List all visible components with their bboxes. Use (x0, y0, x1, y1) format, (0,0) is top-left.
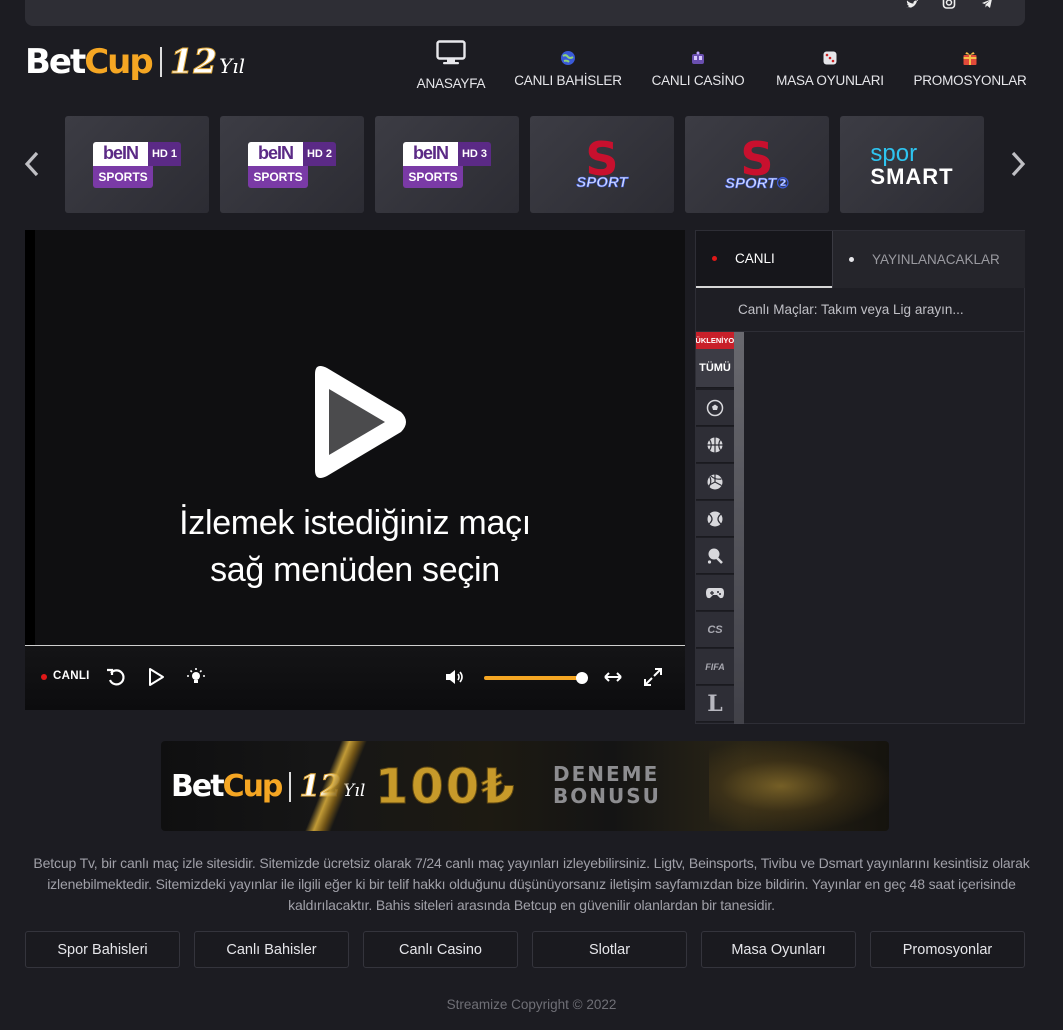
player-message: İzlemek istediğiniz maçı sağ menüden seç… (179, 504, 531, 589)
channel-s-sport[interactable]: S SPORT (530, 116, 674, 213)
top-bar (25, 0, 1025, 26)
sport-category-list: YÜKLENİYOR TÜMÜ CS FIFA L (696, 332, 734, 724)
gift-icon (962, 40, 978, 66)
casino-icon (690, 40, 706, 66)
channel-bein-hd2[interactable]: beIN HD 2 SPORTS (220, 116, 364, 213)
spor-smart-logo: spor SMART (870, 139, 954, 189)
category-tennis[interactable] (696, 501, 734, 537)
category-volleyball[interactable] (696, 464, 734, 500)
volume-slider[interactable] (484, 676, 582, 680)
banner-amount: 100₺ (375, 759, 517, 816)
footer-link-table-games[interactable]: Masa Oyunları (701, 931, 856, 968)
bein-sports-logo: beIN HD 2 SPORTS (248, 141, 336, 188)
footer-link-sports-betting[interactable]: Spor Bahisleri (25, 931, 180, 968)
gamepad-icon (706, 587, 724, 598)
tab-live[interactable]: CANLI (696, 231, 832, 288)
nav-live-casino[interactable]: CANLI CASİNO (648, 40, 748, 88)
globe-icon (560, 40, 576, 66)
category-fifa[interactable]: FIFA (696, 649, 734, 685)
channel-spor-smart[interactable]: spor SMART (840, 116, 984, 213)
nav-label: MASA OYUNLARI (776, 73, 884, 88)
volleyball-icon (707, 474, 723, 489)
site-logo[interactable]: BetCup 12 Yıl (25, 42, 246, 83)
copyright: Streamize Copyright © 2022 (446, 997, 617, 1012)
nav-live-betting[interactable]: CANLI BAHİSLER (514, 40, 622, 88)
match-search-input[interactable] (696, 288, 1024, 332)
category-table-tennis[interactable] (696, 538, 734, 574)
tennis-icon (707, 511, 723, 526)
volume-icon[interactable] (443, 666, 465, 688)
live-dot-icon (712, 256, 717, 261)
telegram-icon[interactable] (978, 0, 996, 10)
banner-gift-graphic (709, 741, 889, 831)
big-play-icon[interactable] (303, 362, 413, 482)
dice-icon (822, 40, 838, 66)
channel-bein-hd1[interactable]: beIN HD 1 SPORTS (65, 116, 209, 213)
play-icon[interactable] (145, 666, 167, 688)
chevron-right-icon[interactable] (1010, 150, 1026, 183)
nav-label: PROMOSYONLAR (913, 73, 1027, 88)
nav-table-games[interactable]: MASA OYUNLARI (775, 40, 885, 88)
header: BetCup 12 Yıl ANASAYFA CANLI BAHİSLER CAN… (0, 30, 1063, 106)
nav-label: ANASAYFA (416, 76, 486, 91)
footer-link-live-betting[interactable]: Canlı Bahisler (194, 931, 349, 968)
fullscreen-icon[interactable] (642, 666, 664, 688)
footer-link-promotions[interactable]: Promosyonlar (870, 931, 1025, 968)
theater-mode-icon[interactable] (602, 666, 624, 688)
dot-icon (849, 257, 854, 262)
s-sport-2-logo: S SPORT② (724, 131, 790, 192)
nav-promotions[interactable]: PROMOSYONLAR (913, 40, 1027, 88)
replay-icon[interactable] (105, 666, 127, 688)
volume-handle[interactable] (576, 672, 588, 684)
bein-sports-logo: beIN HD 1 SPORTS (93, 141, 181, 188)
tab-upcoming[interactable]: YAYINLANACAKLAR (832, 231, 1025, 288)
bein-sports-logo: beIN HD 3 SPORTS (403, 141, 491, 188)
s-sport-logo: S SPORT (576, 132, 628, 191)
lightbulb-icon[interactable] (185, 666, 207, 688)
loading-badge: YÜKLENİYOR (696, 332, 734, 349)
category-football[interactable] (696, 390, 734, 426)
logo-divider (159, 47, 162, 77)
footer-link-slots[interactable]: Slotlar (532, 931, 687, 968)
table-tennis-icon (707, 548, 723, 564)
channel-s-sport-2[interactable]: S SPORT② (685, 116, 829, 213)
nav-label: CANLI CASİNO (651, 73, 745, 88)
nav-label: CANLI BAHİSLER (514, 73, 622, 88)
live-label: CANLI (53, 670, 90, 682)
live-dot-icon (41, 674, 47, 680)
category-esports[interactable] (696, 575, 734, 611)
banner-bonus-text: DENEME BONUSU (553, 762, 661, 808)
footer-link-live-casino[interactable]: Canlı Casino (363, 931, 518, 968)
twitter-icon[interactable] (903, 0, 921, 10)
channel-carousel: beIN HD 1 SPORTS beIN HD 2 SPORTS beIN HD 3… (0, 116, 1063, 213)
logo-wordmark: BetCup (25, 42, 154, 82)
category-cs[interactable]: CS (696, 612, 734, 648)
football-icon (706, 399, 724, 416)
basketball-icon (707, 437, 723, 452)
player-controls: CANLI (25, 646, 685, 710)
anniversary-badge: 12 Yıl (169, 42, 246, 83)
channel-bein-hd3[interactable]: beIN HD 3 SPORTS (375, 116, 519, 213)
instagram-icon[interactable] (940, 0, 958, 10)
promo-banner[interactable]: BetCup 12 Yıl 100₺ DENEME BONUSU (161, 741, 889, 831)
nav-home[interactable]: ANASAYFA (416, 40, 486, 91)
site-description: Betcup Tv, bir canlı maç izle sitesidir.… (33, 855, 1030, 913)
category-lol[interactable]: L (696, 686, 734, 722)
category-scrollbar[interactable] (734, 332, 744, 724)
match-panel: CANLI YAYINLANACAKLAR YÜKLENİYOR TÜMÜ CS… (695, 230, 1025, 724)
monitor-icon (436, 40, 466, 66)
category-all[interactable]: TÜMÜ (696, 349, 734, 388)
category-basketball[interactable] (696, 427, 734, 463)
chevron-left-icon[interactable] (24, 150, 40, 183)
video-player[interactable]: İzlemek istediğiniz maçı sağ menüden seç… (25, 230, 685, 710)
